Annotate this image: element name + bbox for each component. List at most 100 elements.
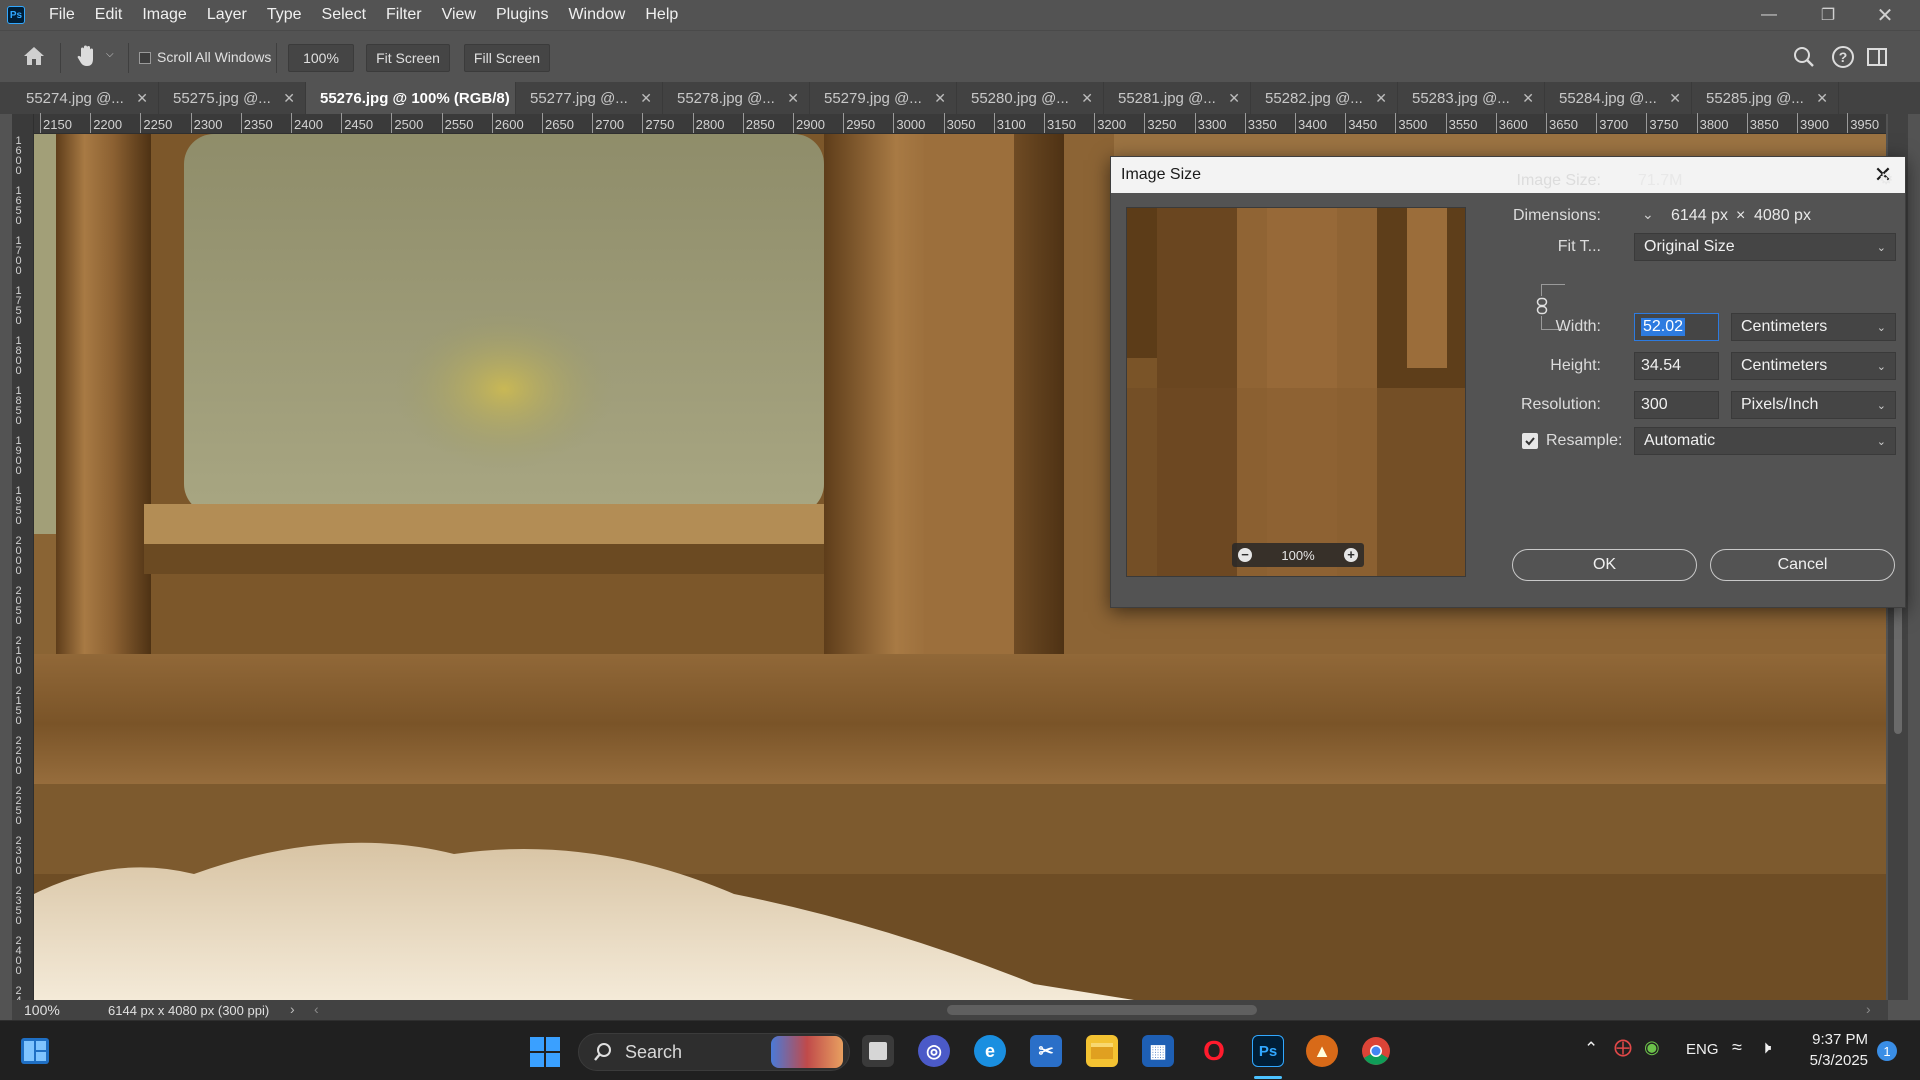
chrome-icon[interactable] (1360, 1035, 1392, 1067)
image-preview[interactable]: − 100% + (1126, 207, 1466, 577)
status-menu-chevron-icon[interactable]: › (290, 1001, 295, 1017)
workspace-icon[interactable] (1866, 46, 1888, 68)
document-tab[interactable]: 55275.jpg @... ✕ (159, 82, 306, 114)
close-tab-icon[interactable]: ✕ (787, 90, 799, 107)
cancel-button[interactable]: Cancel (1710, 549, 1895, 581)
link-proportions-icon[interactable] (1534, 296, 1550, 316)
document-tab[interactable]: 55283.jpg @... ✕ (1398, 82, 1545, 114)
help-icon[interactable]: ? (1831, 45, 1855, 69)
menu-image[interactable]: Image (132, 0, 196, 30)
tray-network-globe-icon[interactable]: ◉ (1644, 1037, 1660, 1058)
scroll-all-windows-checkbox[interactable] (139, 52, 151, 64)
document-tab[interactable]: 55278.jpg @... ✕ (663, 82, 810, 114)
document-tab-active[interactable]: 55276.jpg @ 100% (RGB/8)✕ (306, 82, 516, 114)
resample-checkbox[interactable] (1522, 433, 1538, 449)
language-indicator[interactable]: ENG (1686, 1041, 1719, 1058)
edge-icon[interactable]: e (974, 1035, 1006, 1067)
close-tab-icon[interactable]: ✕ (136, 90, 148, 107)
microsoft-store-icon[interactable]: ▦ (1142, 1035, 1174, 1067)
snipping-tool-icon[interactable]: ✂ (1030, 1035, 1062, 1067)
brave-icon[interactable]: ▲ (1306, 1035, 1338, 1067)
vertical-scroll-thumb[interactable] (1894, 604, 1902, 734)
fit-to-select[interactable]: Original Size ⌄ (1634, 233, 1896, 261)
menu-file[interactable]: File (39, 0, 85, 30)
status-doc-info[interactable]: 6144 px x 4080 px (300 ppi) (108, 1003, 269, 1018)
clock-date[interactable]: 5/3/2025 (1804, 1052, 1868, 1069)
ruler-origin[interactable] (12, 114, 34, 134)
zoom-percent-field[interactable]: 100% (288, 44, 354, 72)
close-tab-icon[interactable]: ✕ (1375, 90, 1387, 107)
restore-icon[interactable]: ❐ (1805, 0, 1851, 30)
width-input[interactable]: 52.02 (1634, 313, 1719, 341)
widgets-icon[interactable] (20, 1037, 50, 1065)
close-tab-icon[interactable]: ✕ (640, 90, 652, 107)
close-tab-icon[interactable]: ✕ (1522, 90, 1534, 107)
status-zoom[interactable]: 100% (24, 1002, 60, 1018)
document-tab[interactable]: 55282.jpg @... ✕ (1251, 82, 1398, 114)
document-tab[interactable]: 55285.jpg @... ✕ (1692, 82, 1839, 114)
close-tab-icon[interactable]: ✕ (934, 90, 946, 107)
ruler-label: 2150 (15, 685, 22, 727)
document-tab[interactable]: 55279.jpg @... ✕ (810, 82, 957, 114)
dimensions-dropdown-icon[interactable]: ⌄ (1642, 206, 1654, 223)
document-tab[interactable]: 55284.jpg @... ✕ (1545, 82, 1692, 114)
tray-overflow-icon[interactable]: ⌃ (1584, 1039, 1598, 1059)
teams-icon[interactable]: ◎ (918, 1035, 950, 1067)
volume-muted-icon[interactable]: 🕨 (1760, 1037, 1771, 1058)
photoshop-taskbar-icon[interactable]: Ps (1252, 1035, 1284, 1067)
height-input[interactable]: 34.54 (1634, 352, 1719, 380)
close-tab-icon[interactable]: ✕ (1228, 90, 1240, 107)
resample-value: Automatic (1644, 432, 1716, 449)
tray-app-icon[interactable]: ⨁ (1614, 1037, 1632, 1058)
menu-select[interactable]: Select (312, 0, 376, 30)
clock-time[interactable]: 9:37 PM (1806, 1031, 1868, 1048)
file-explorer-icon[interactable] (1086, 1035, 1118, 1067)
scroll-right-icon[interactable]: › (1866, 1001, 1871, 1017)
search-icon[interactable] (1792, 45, 1816, 69)
menu-filter[interactable]: Filter (376, 0, 432, 30)
resolution-input[interactable]: 300 (1634, 391, 1719, 419)
photoshop-logo-icon[interactable]: Ps (7, 6, 25, 24)
ok-button[interactable]: OK (1512, 549, 1697, 581)
document-tab[interactable]: 55280.jpg @... ✕ (957, 82, 1104, 114)
horizontal-scroll-thumb[interactable] (947, 1005, 1257, 1015)
close-tab-icon[interactable]: ✕ (1816, 90, 1828, 107)
width-unit-select[interactable]: Centimeters ⌄ (1731, 313, 1896, 341)
menu-view[interactable]: View (432, 0, 486, 30)
tool-preset-chevron-icon[interactable]: ⌵ (106, 49, 114, 60)
document-tab[interactable]: 55281.jpg @... ✕ (1104, 82, 1251, 114)
menu-plugins[interactable]: Plugins (486, 0, 558, 30)
minimize-icon[interactable]: — (1746, 0, 1792, 30)
scroll-left-icon[interactable]: ‹ (314, 1001, 319, 1017)
menu-help[interactable]: Help (635, 0, 688, 30)
hand-tool-icon[interactable] (74, 43, 100, 71)
home-icon[interactable] (22, 45, 48, 69)
taskbar-search[interactable]: Search (578, 1033, 850, 1071)
task-view-icon[interactable] (862, 1035, 894, 1067)
resolution-unit-select[interactable]: Pixels/Inch ⌄ (1731, 391, 1896, 419)
document-tab[interactable]: 55277.jpg @... ✕ (516, 82, 663, 114)
zoom-out-icon[interactable]: − (1238, 548, 1252, 562)
close-window-icon[interactable]: ✕ (1862, 0, 1908, 30)
height-unit-select[interactable]: Centimeters ⌄ (1731, 352, 1896, 380)
zoom-in-icon[interactable]: + (1344, 548, 1358, 562)
horizontal-ruler[interactable]: 2150 2200 2250 2300 2350 2400 2450 2500 2550 2600… (34, 113, 1886, 134)
menu-window[interactable]: Window (558, 0, 635, 30)
close-tab-icon[interactable]: ✕ (1081, 90, 1093, 107)
resample-select[interactable]: Automatic ⌄ (1634, 427, 1896, 455)
fill-screen-button[interactable]: Fill Screen (464, 44, 550, 72)
close-tab-icon[interactable]: ✕ (283, 90, 295, 107)
document-tab[interactable]: 55274.jpg @... ✕ (12, 82, 159, 114)
menu-layer[interactable]: Layer (197, 0, 257, 30)
start-icon[interactable] (530, 1037, 560, 1067)
fit-screen-button[interactable]: Fit Screen (366, 44, 450, 72)
settings-gear-icon[interactable]: ⚙ (1879, 169, 1893, 189)
opera-icon[interactable]: O (1198, 1035, 1230, 1067)
vertical-ruler[interactable]: 1600 1650 1700 1750 1800 1850 1900 1950 2000 2050… (12, 134, 34, 1000)
ruler-label: 1950 (15, 485, 22, 527)
menu-type[interactable]: Type (257, 0, 312, 30)
close-tab-icon[interactable]: ✕ (1669, 90, 1681, 107)
menu-edit[interactable]: Edit (85, 0, 133, 30)
wifi-icon[interactable]: ≈ (1732, 1037, 1742, 1058)
notification-badge[interactable]: 1 (1877, 1041, 1897, 1061)
